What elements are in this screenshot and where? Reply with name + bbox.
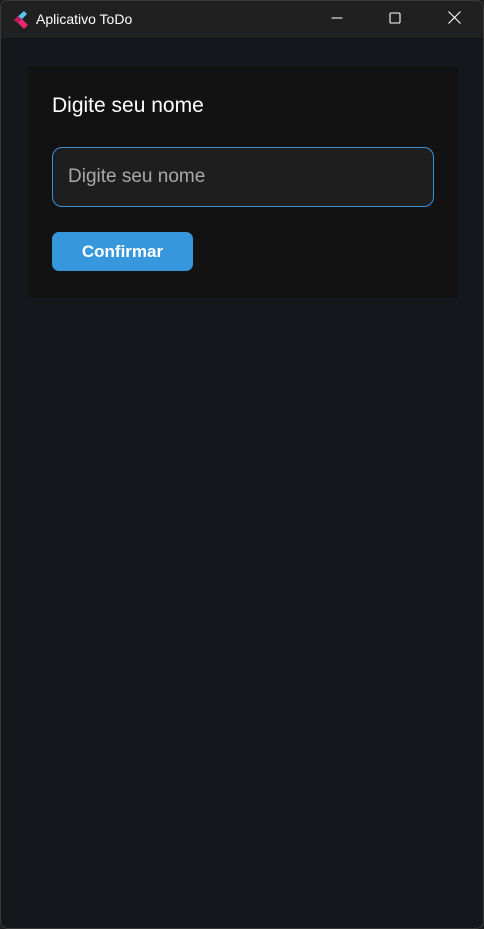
maximize-button[interactable] xyxy=(366,1,424,38)
app-content: Digite seu nome Confirmar xyxy=(1,38,483,928)
name-form-card: Digite seu nome Confirmar xyxy=(28,66,458,298)
maximize-icon xyxy=(389,11,401,29)
form-heading: Digite seu nome xyxy=(52,94,204,117)
minimize-button[interactable] xyxy=(308,1,366,38)
app-window: Aplicativo ToDo Digite seu nome Digite s… xyxy=(0,0,484,929)
name-input[interactable] xyxy=(52,147,434,207)
minimize-icon xyxy=(331,11,343,29)
window-title: Aplicativo ToDo xyxy=(36,11,133,27)
title-bar[interactable]: Aplicativo ToDo xyxy=(1,1,483,38)
flutter-app-icon xyxy=(11,10,29,30)
close-icon xyxy=(447,10,461,29)
confirm-button[interactable]: Confirmar xyxy=(52,232,193,271)
close-button[interactable] xyxy=(425,1,483,38)
